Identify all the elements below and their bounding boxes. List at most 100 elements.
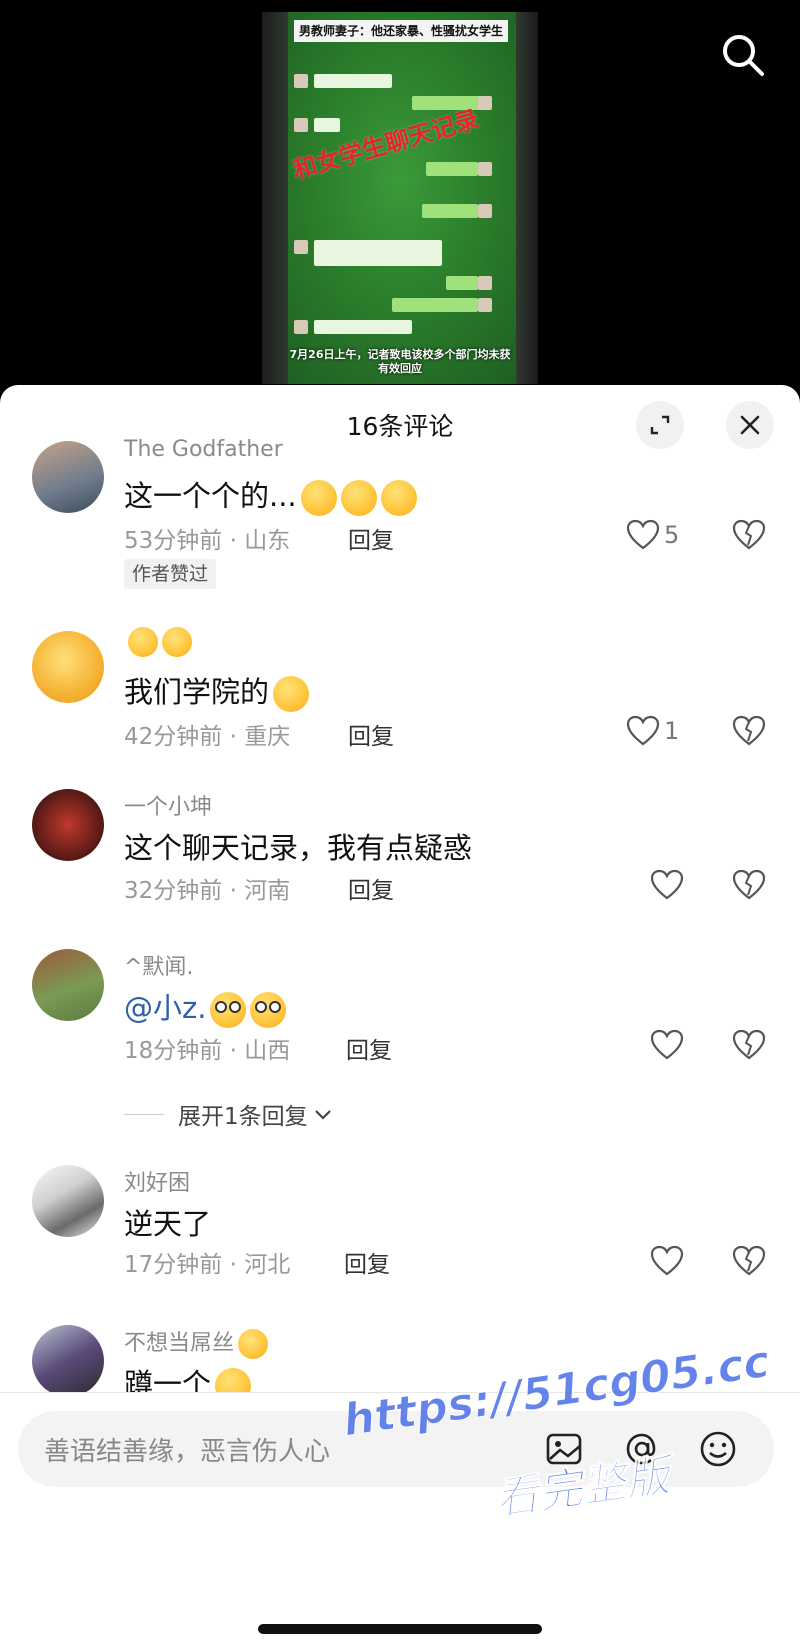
broken-heart-icon: [732, 715, 766, 746]
like-button[interactable]: [650, 1245, 684, 1277]
comment-item: 我们学院的 42分钟前 · 重庆 回复 1: [0, 621, 800, 761]
meta-separator: ·: [222, 1038, 245, 1064]
video-caption: 7月26日上午，记者致电该校多个部门均未获 有效回应: [268, 348, 532, 376]
comment-username[interactable]: ^默闻.: [124, 949, 193, 981]
heart-icon: [626, 715, 660, 746]
like-button[interactable]: 5: [626, 519, 679, 551]
heart-icon: [650, 1029, 684, 1060]
comment-username[interactable]: 不想当屌丝: [124, 1325, 269, 1359]
comment-location: 山西: [244, 1038, 291, 1064]
reply-button[interactable]: 回复: [348, 521, 394, 555]
chat-avatar: [478, 162, 492, 176]
chat-bubble-left: [314, 118, 340, 132]
chat-bubble-right: [426, 162, 478, 176]
video-thumbnail[interactable]: 男教师妻子：他还家暴、性骚扰女学生 和女学生聊天记录 7月26日上午，记者致电该…: [262, 12, 538, 384]
comment-meta: 17分钟前 · 河北: [124, 1245, 290, 1279]
like-count: 1: [664, 717, 680, 745]
avatar[interactable]: [32, 949, 104, 1021]
chat-bubble-left: [314, 320, 412, 334]
tear-smile-emoji-icon: [238, 1329, 269, 1359]
surprised-emoji-icon: [250, 992, 287, 1028]
chat-bubble-right: [392, 298, 478, 312]
phone-edge-left: [262, 12, 288, 384]
comment-time: 18分钟前: [124, 1038, 223, 1064]
comment-meta: 53分钟前 · 山东: [124, 521, 290, 555]
heart-icon: [626, 519, 660, 550]
mention-link[interactable]: @小z.: [124, 991, 206, 1025]
chat-avatar: [478, 298, 492, 312]
comment-text: @小z.: [124, 985, 287, 1028]
comment-text: 这个聊天记录，我有点疑惑: [124, 831, 473, 865]
like-button[interactable]: [650, 869, 684, 901]
mention-button[interactable]: [622, 1429, 662, 1469]
facepalm-emoji-icon: [340, 480, 377, 516]
comment-meta: 18分钟前 · 山西: [124, 1031, 290, 1065]
chat-avatar: [294, 118, 308, 132]
comment-username[interactable]: 一个小坤: [124, 789, 212, 821]
heart-icon: [650, 869, 684, 900]
comment-username[interactable]: The Godfather: [124, 437, 283, 462]
chat-bubble-left: [314, 240, 442, 266]
reply-button[interactable]: 回复: [348, 717, 394, 751]
search-button[interactable]: [718, 30, 768, 80]
comment-text-content: 我们学院的: [124, 675, 270, 709]
chat-avatar: [294, 320, 308, 334]
video-title-banner: 男教师妻子：他还家暴、性骚扰女学生: [294, 20, 508, 42]
expand-replies-button[interactable]: 展开1条回复: [124, 1097, 334, 1131]
chevron-down-icon: [314, 1110, 331, 1120]
comment-time: 42分钟前: [124, 724, 223, 750]
comment-item: 刘好困 逆天了 17分钟前 · 河北 回复: [0, 1161, 800, 1301]
home-indicator[interactable]: [258, 1624, 542, 1634]
reply-button[interactable]: 回复: [348, 871, 394, 905]
video-area[interactable]: 男教师妻子：他还家暴、性骚扰女学生 和女学生聊天记录 7月26日上午，记者致电该…: [0, 0, 800, 400]
avatar[interactable]: [32, 441, 104, 513]
search-icon: [723, 35, 764, 76]
surprised-emoji-icon: [210, 992, 247, 1028]
comment-location: 河南: [244, 878, 291, 904]
meta-separator: ·: [222, 878, 245, 904]
video-caption-line: 有效回应: [378, 362, 422, 375]
image-button[interactable]: [544, 1429, 584, 1469]
chat-bubble-left: [314, 74, 392, 88]
dislike-button[interactable]: [732, 1029, 766, 1061]
broken-heart-icon: [732, 1245, 766, 1276]
dislike-button[interactable]: [732, 869, 766, 901]
comment-meta: 42分钟前 · 重庆: [124, 717, 290, 751]
like-button[interactable]: [650, 1029, 684, 1061]
dislike-button[interactable]: [732, 715, 766, 747]
facepalm-emoji-icon: [380, 480, 417, 516]
video-caption-line: 7月26日上午，记者致电该校多个部门均未获: [289, 348, 511, 361]
emoji-button[interactable]: [698, 1429, 738, 1469]
comment-item: 一个小坤 这个聊天记录，我有点疑惑 32分钟前 · 河南 回复: [0, 785, 800, 925]
avatar[interactable]: [32, 631, 104, 703]
facepalm-emoji-icon: [300, 480, 337, 516]
comment-username[interactable]: 刘好困: [124, 1165, 190, 1197]
phone-edge-right: [516, 12, 538, 384]
avatar[interactable]: [32, 789, 104, 861]
comment-text: 这一个个的...: [124, 473, 417, 516]
comment-input[interactable]: 善语结善缘，恶言伤人心: [18, 1411, 774, 1487]
comment-text: 逆天了: [124, 1207, 212, 1241]
comment-item: The Godfather 这一个个的... 53分钟前 · 山东 回复 5 作…: [0, 425, 800, 595]
avatar[interactable]: [32, 1325, 104, 1397]
avatar[interactable]: [32, 1165, 104, 1237]
author-liked-badge: 作者赞过: [124, 559, 217, 589]
like-count: 5: [664, 521, 680, 549]
reply-button[interactable]: 回复: [346, 1031, 392, 1065]
dislike-button[interactable]: [732, 1245, 766, 1277]
meta-separator: ·: [222, 1252, 245, 1278]
chat-avatar: [478, 96, 492, 110]
reply-button[interactable]: 回复: [344, 1245, 390, 1279]
chat-avatar: [478, 276, 492, 290]
chat-avatar: [294, 240, 308, 254]
comment-location: 重庆: [244, 724, 291, 750]
broken-heart-icon: [732, 1029, 766, 1060]
chat-bubble-right: [422, 204, 478, 218]
heart-icon: [650, 1245, 684, 1276]
like-button[interactable]: 1: [626, 715, 679, 747]
comment-username[interactable]: [124, 627, 192, 657]
at-icon: [626, 1433, 656, 1465]
dislike-button[interactable]: [732, 519, 766, 551]
comment-item: ^默闻. @小z. 18分钟前 · 山西 回复: [0, 945, 800, 1085]
expand-divider: [124, 1113, 164, 1115]
